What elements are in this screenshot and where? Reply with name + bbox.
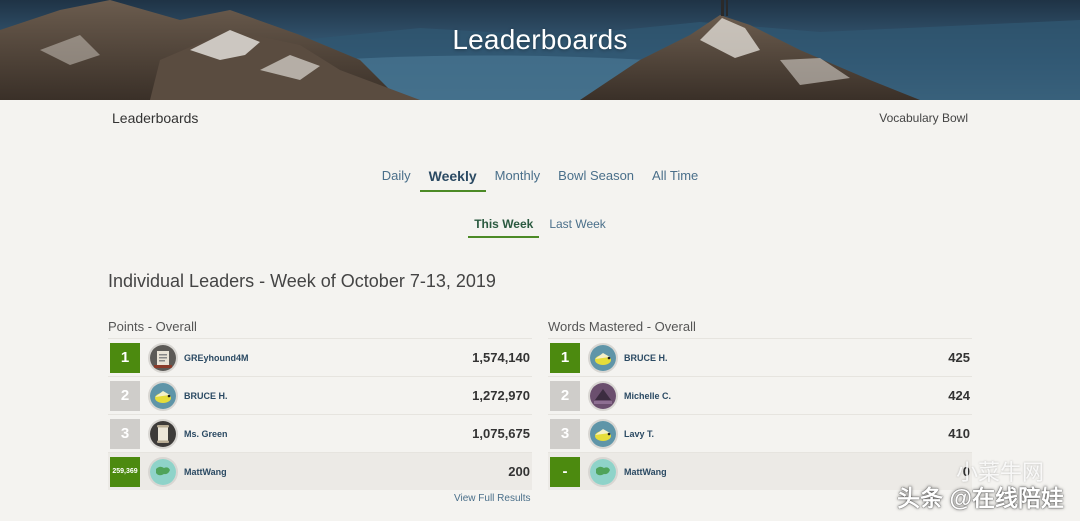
- section-title: Individual Leaders - Week of October 7-1…: [108, 271, 496, 291]
- view-full-results-link[interactable]: View Full Results: [454, 493, 531, 504]
- shark-avatar[interactable]: [588, 380, 618, 411]
- bird-avatar[interactable]: [588, 342, 618, 373]
- table-row[interactable]: 3 Lavy T. 410: [548, 414, 972, 452]
- tab-all-time[interactable]: All Time: [643, 166, 707, 192]
- hero-banner: Leaderboards: [0, 0, 1080, 100]
- rank-badge: 2: [110, 380, 140, 411]
- rank-badge: 3: [110, 418, 140, 449]
- rank-badge: 2: [550, 380, 580, 411]
- rank-badge: 1: [550, 342, 580, 373]
- map-avatar[interactable]: [588, 456, 618, 487]
- table-row[interactable]: 2 Michelle C. 424: [548, 376, 972, 414]
- score: 424: [948, 388, 970, 403]
- user-name[interactable]: GREyhound4M: [184, 353, 472, 363]
- tab-weekly[interactable]: Weekly: [419, 166, 486, 192]
- score: 1,574,140: [472, 350, 530, 365]
- breadcrumb[interactable]: Leaderboards: [112, 110, 198, 126]
- table-row-current-user[interactable]: 259,369 MattWang 200: [108, 452, 532, 490]
- user-name[interactable]: BRUCE H.: [184, 391, 472, 401]
- week-tabs: This Week Last Week: [0, 215, 1080, 238]
- points-leaderboard: Points - Overall 1 GREyhound4M 1,574,140…: [108, 319, 532, 490]
- user-name[interactable]: BRUCE H.: [624, 353, 948, 363]
- book-avatar[interactable]: [148, 342, 178, 373]
- page-title: Leaderboards: [452, 24, 628, 55]
- period-tabs: Daily Weekly Monthly Bowl Season All Tim…: [0, 166, 1080, 192]
- board-title: Words Mastered - Overall: [548, 319, 696, 334]
- tab-this-week[interactable]: This Week: [468, 215, 540, 238]
- tab-daily[interactable]: Daily: [373, 166, 420, 192]
- rank-badge: -: [550, 456, 580, 487]
- score: 200: [508, 464, 530, 479]
- tab-monthly[interactable]: Monthly: [486, 166, 550, 192]
- user-name[interactable]: Lavy T.: [624, 429, 948, 439]
- user-name[interactable]: Ms. Green: [184, 429, 472, 439]
- board-title: Points - Overall: [108, 319, 197, 334]
- vocabulary-bowl-link[interactable]: Vocabulary Bowl: [879, 111, 968, 125]
- bird-avatar[interactable]: [588, 418, 618, 449]
- tab-last-week[interactable]: Last Week: [543, 215, 611, 238]
- table-row[interactable]: 1 BRUCE H. 425: [548, 338, 972, 376]
- score: 1,272,970: [472, 388, 530, 403]
- rank-badge: 259,369: [110, 456, 140, 487]
- tab-bowl-season[interactable]: Bowl Season: [549, 166, 643, 192]
- words-mastered-leaderboard: Words Mastered - Overall 1 BRUCE H. 425 …: [548, 319, 972, 490]
- user-name[interactable]: MattWang: [184, 467, 508, 477]
- score: 410: [948, 426, 970, 441]
- score: 425: [948, 350, 970, 365]
- scroll-avatar[interactable]: [148, 418, 178, 449]
- table-row[interactable]: 2 BRUCE H. 1,272,970: [108, 376, 532, 414]
- table-row[interactable]: 1 GREyhound4M 1,574,140: [108, 338, 532, 376]
- rank-badge: 3: [550, 418, 580, 449]
- score: 1,075,675: [472, 426, 530, 441]
- user-name[interactable]: MattWang: [624, 467, 963, 477]
- table-row[interactable]: 3 Ms. Green 1,075,675: [108, 414, 532, 452]
- watermark-text: 头条 @在线陪娃: [897, 485, 1064, 511]
- bird-avatar[interactable]: [148, 380, 178, 411]
- user-name[interactable]: Michelle C.: [624, 391, 948, 401]
- rank-badge: 1: [110, 342, 140, 373]
- map-avatar[interactable]: [148, 456, 178, 487]
